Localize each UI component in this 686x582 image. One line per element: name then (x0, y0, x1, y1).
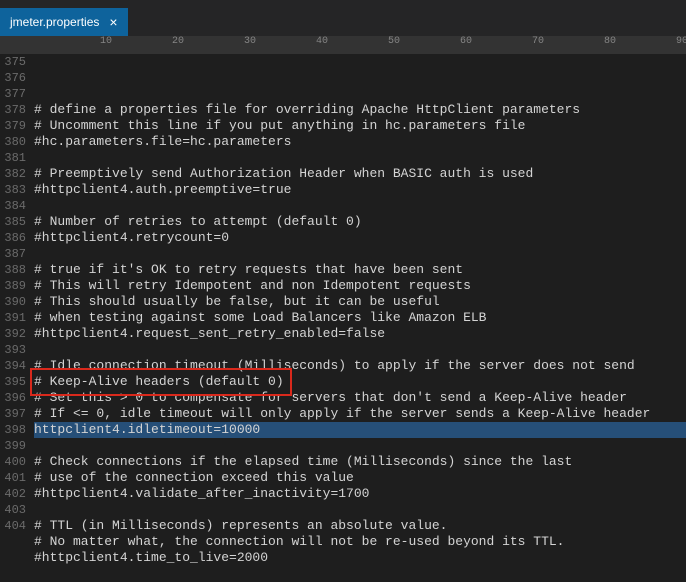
code-line[interactable]: # Check connections if the elapsed time … (34, 454, 686, 470)
line-number-gutter: 3753763773783793803813823833843853863873… (0, 54, 34, 582)
code-line[interactable]: # This will retry Idempotent and non Ide… (34, 278, 686, 294)
line-number: 377 (0, 86, 26, 102)
code-line[interactable]: # This should usually be false, but it c… (34, 294, 686, 310)
line-number: 401 (0, 470, 26, 486)
code-line[interactable] (34, 246, 686, 262)
line-number: 383 (0, 182, 26, 198)
code-line[interactable]: # true if it's OK to retry requests that… (34, 262, 686, 278)
code-line[interactable]: # Preemptively send Authorization Header… (34, 166, 686, 182)
code-line[interactable] (34, 566, 686, 582)
line-number: 389 (0, 278, 26, 294)
line-number: 375 (0, 54, 26, 70)
code-line[interactable] (34, 150, 686, 166)
code-line[interactable]: #httpclient4.auth.preemptive=true (34, 182, 686, 198)
line-number: 397 (0, 406, 26, 422)
line-number: 399 (0, 438, 26, 454)
line-number: 402 (0, 486, 26, 502)
line-number: 391 (0, 310, 26, 326)
line-number: 387 (0, 246, 26, 262)
code-line[interactable] (34, 502, 686, 518)
code-line[interactable]: # Keep-Alive headers (default 0) (34, 374, 686, 390)
code-line[interactable]: #httpclient4.retrycount=0 (34, 230, 686, 246)
code-line[interactable]: # define a properties file for overridin… (34, 102, 686, 118)
code-line[interactable]: # No matter what, the connection will no… (34, 534, 686, 550)
code-content[interactable]: # define a properties file for overridin… (34, 54, 686, 582)
line-number: 403 (0, 502, 26, 518)
tab-bar: jmeter.properties × (0, 8, 686, 36)
code-line[interactable]: # Uncomment this line if you put anythin… (34, 118, 686, 134)
line-number: 381 (0, 150, 26, 166)
close-icon[interactable]: × (109, 15, 117, 29)
line-number: 396 (0, 390, 26, 406)
ruler-tick: 90 (676, 36, 686, 47)
code-line[interactable]: #httpclient4.time_to_live=2000 (34, 550, 686, 566)
line-number: 385 (0, 214, 26, 230)
line-number: 398 (0, 422, 26, 438)
line-number: 386 (0, 230, 26, 246)
code-line[interactable]: #hc.parameters.file=hc.parameters (34, 134, 686, 150)
line-number: 390 (0, 294, 26, 310)
code-line[interactable]: # If <= 0, idle timeout will only apply … (34, 406, 686, 422)
ruler-tick: 50 (388, 36, 400, 47)
code-line[interactable]: #httpclient4.request_sent_retry_enabled=… (34, 326, 686, 342)
line-number: 376 (0, 70, 26, 86)
code-line[interactable] (34, 342, 686, 358)
line-number: 392 (0, 326, 26, 342)
line-number: 404 (0, 518, 26, 534)
tab-filename: jmeter.properties (10, 15, 99, 29)
ruler-tick: 70 (532, 36, 544, 47)
line-number: 380 (0, 134, 26, 150)
code-line[interactable]: # Idle connection timeout (Milliseconds)… (34, 358, 686, 374)
line-number: 394 (0, 358, 26, 374)
ruler-tick: 10 (100, 36, 112, 47)
code-line[interactable]: #httpclient4.validate_after_inactivity=1… (34, 486, 686, 502)
code-line[interactable] (34, 438, 686, 454)
line-number: 379 (0, 118, 26, 134)
column-ruler: 10 20 30 40 50 60 70 80 90 (0, 36, 686, 54)
window-top-strip (0, 0, 686, 8)
line-number: 384 (0, 198, 26, 214)
line-number: 388 (0, 262, 26, 278)
line-number: 378 (0, 102, 26, 118)
ruler-tick: 40 (316, 36, 328, 47)
code-line[interactable]: # use of the connection exceed this valu… (34, 470, 686, 486)
ruler-tick: 20 (172, 36, 184, 47)
code-line[interactable]: # Number of retries to attempt (default … (34, 214, 686, 230)
code-line[interactable] (34, 198, 686, 214)
code-line[interactable]: # Set this > 0 to compensate for servers… (34, 390, 686, 406)
tab-jmeter-properties[interactable]: jmeter.properties × (0, 8, 128, 36)
line-number: 393 (0, 342, 26, 358)
code-line[interactable]: # when testing against some Load Balance… (34, 310, 686, 326)
editor-area[interactable]: 3753763773783793803813823833843853863873… (0, 54, 686, 582)
line-number: 395 (0, 374, 26, 390)
ruler-tick: 80 (604, 36, 616, 47)
ruler-tick: 60 (460, 36, 472, 47)
line-number: 400 (0, 454, 26, 470)
code-line[interactable]: # TTL (in Milliseconds) represents an ab… (34, 518, 686, 534)
code-line[interactable]: httpclient4.idletimeout=10000 (34, 422, 686, 438)
ruler-tick: 30 (244, 36, 256, 47)
line-number: 382 (0, 166, 26, 182)
